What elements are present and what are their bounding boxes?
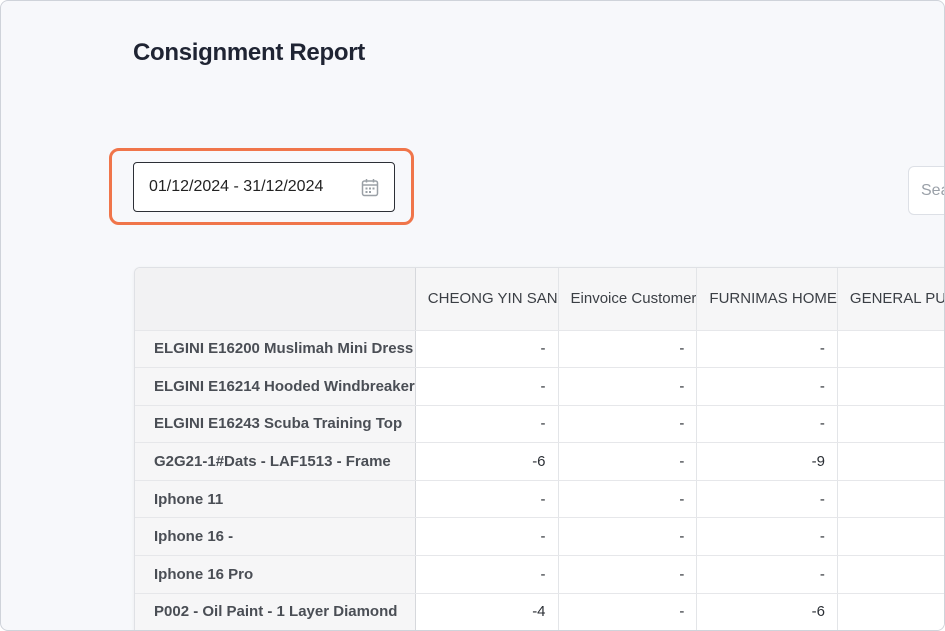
table-cell: - (696, 480, 838, 519)
column-header (135, 268, 416, 331)
table-cell: - (696, 367, 838, 406)
date-range-value: 01/12/2024 - 31/12/2024 (149, 178, 324, 195)
table-cell: - (415, 517, 559, 557)
table-row: Iphone 16 - - - - - (135, 517, 944, 557)
table-cell: - (415, 330, 559, 369)
row-label: Iphone 16 - (135, 517, 416, 557)
table-cell: - (696, 405, 838, 444)
table-cell: - (837, 480, 944, 519)
table-row: ELGINI E16214 Hooded Windbreaker - - - - (135, 367, 944, 406)
table-cell: - (837, 367, 944, 406)
consignment-table: CHEONG YIN SAN Einvoice Customer FURNIMA… (134, 267, 944, 630)
table-cell: - (696, 517, 838, 557)
table-header-row: CHEONG YIN SAN Einvoice Customer FURNIMA… (135, 268, 944, 331)
table-cell: - (558, 367, 698, 406)
search-placeholder: Search (921, 181, 944, 199)
search-input[interactable]: Search (908, 166, 944, 215)
table-cell: -6 (696, 593, 838, 630)
page-title: Consignment Report (133, 39, 365, 66)
table-row: P002 - Oil Paint - 1 Layer Diamond -4 - … (135, 593, 944, 630)
row-label: ELGINI E16243 Scuba Training Top (135, 405, 416, 444)
table-cell: - (696, 555, 838, 594)
table-row: ELGINI E16243 Scuba Training Top - - - - (135, 405, 944, 444)
table-cell: - (558, 480, 698, 519)
table-row: Iphone 11 - - - - (135, 480, 944, 519)
app-frame: Consignment Report 01/12/2024 - 31/12/20… (0, 0, 945, 631)
row-label: Iphone 16 Pro (135, 555, 416, 594)
table-cell: - (558, 330, 698, 369)
row-label: P002 - Oil Paint - 1 Layer Diamond (135, 593, 416, 630)
table-cell: -9 (696, 442, 838, 481)
column-header[interactable]: Einvoice Customer (558, 268, 698, 331)
table-cell: - (558, 405, 698, 444)
row-label: G2G21-1#Dats - LAF1513 - Frame (135, 442, 416, 481)
table-row: Iphone 16 Pro - - - - (135, 555, 944, 594)
table-cell: - (415, 480, 559, 519)
column-header[interactable]: FURNIMAS HOME (696, 268, 838, 331)
table-cell: - (558, 593, 698, 630)
table-cell: -2 (837, 593, 944, 630)
calendar-icon[interactable] (360, 177, 380, 197)
table-row: ELGINI E16200 Muslimah Mini Dress - - - … (135, 330, 944, 369)
row-label: Iphone 11 (135, 480, 416, 519)
table-cell: - (558, 517, 698, 557)
column-header[interactable]: GENERAL PUBLIC (837, 268, 944, 331)
table-cell: - (837, 555, 944, 594)
table-cell: -4 (415, 593, 559, 630)
table-cell: - (415, 555, 559, 594)
table-cell: -3 (837, 442, 944, 481)
table-cell: - (837, 405, 944, 444)
table-cell: - (696, 330, 838, 369)
date-range-picker[interactable]: 01/12/2024 - 31/12/2024 (133, 162, 395, 212)
table-cell: - (558, 555, 698, 594)
table-cell: - (837, 517, 944, 557)
table-cell: - (415, 405, 559, 444)
column-header[interactable]: CHEONG YIN SAN (415, 268, 559, 331)
table-cell: - (558, 442, 698, 481)
row-label: ELGINI E16200 Muslimah Mini Dress (135, 330, 416, 369)
table-cell: -6 (415, 442, 559, 481)
table-cell: - (415, 367, 559, 406)
table-row: G2G21-1#Dats - LAF1513 - Frame -6 - -9 -… (135, 442, 944, 481)
table-cell: - (837, 330, 944, 369)
row-label: ELGINI E16214 Hooded Windbreaker (135, 367, 416, 406)
